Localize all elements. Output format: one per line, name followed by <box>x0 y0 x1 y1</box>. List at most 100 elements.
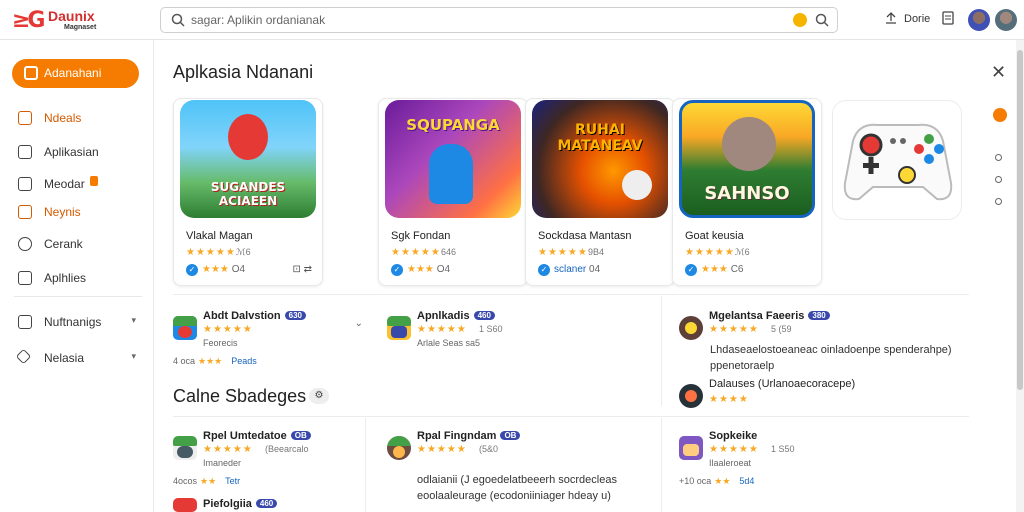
card-meta: ★★★ O4 <box>202 264 246 275</box>
sidebar-item-label: Cerank <box>44 237 83 251</box>
avatar[interactable] <box>968 9 990 31</box>
sidebar-item-active[interactable]: Adanahani <box>12 59 139 88</box>
app-card[interactable]: SUGANDES ACIAEEN Vlakal Magan ★★★★★ ℳ6 ✓… <box>173 98 323 286</box>
logo-mark-icon: ≥G <box>12 8 45 33</box>
divider <box>173 416 969 417</box>
sidebar-item-label: Nuftnanigs <box>44 315 102 329</box>
list-item-footer: 4 oca ★★★ Peads <box>173 356 257 366</box>
app-thumbnail: RUHAI MATANEAV <box>532 100 668 218</box>
sidebar-item-cerank[interactable]: Cerank <box>18 234 146 254</box>
logo[interactable]: ≥G Daunix Magnaset <box>12 6 122 34</box>
sidebar-item-neynis[interactable]: Neynis <box>18 202 146 222</box>
new-badge-icon <box>90 176 98 186</box>
app-card[interactable]: SAHNSO Goat keusia ★★★★★ ℳ6 ✓ ★★★ C6 <box>672 98 822 286</box>
list-item[interactable]: Abdt Dalvstion 630 ★★★★★ Feorecis 4 oca ★★… <box>173 310 363 370</box>
read-more-link[interactable]: 5d4 <box>739 476 754 486</box>
verified-icon: ✓ <box>538 264 550 276</box>
avatar-secondary[interactable] <box>995 9 1017 31</box>
sidebar-item-nuftnanigs[interactable]: Nuftnanigs ▾ <box>18 312 146 332</box>
app-icon <box>173 436 197 460</box>
list-item[interactable]: Piefolgiia 460 <box>173 498 353 512</box>
app-thumbnail: SQUPANGA <box>385 100 521 218</box>
list-item-subtitle: Arlale Seas sa5 <box>417 338 481 348</box>
star-rating: ★★★★★ <box>709 324 759 335</box>
clock-icon <box>18 237 32 251</box>
close-icon[interactable]: ✕ <box>991 62 1006 83</box>
sidebar-item-label: Nelasia <box>44 351 85 365</box>
list-item-link[interactable]: Dalauses (Urlanoaecoracepe) <box>709 378 855 390</box>
scrollbar-thumb[interactable] <box>1017 50 1023 390</box>
list-item[interactable]: Sopkeike ★★★★★ 1 S50 Ilaaleroeat +10 oca… <box>679 430 969 490</box>
top-right-label[interactable]: Dorie <box>904 13 930 25</box>
sidebar-item-label: Neynis <box>44 205 81 219</box>
list-item[interactable]: Dalauses (Urlanoaecoracepe) ★★★★ <box>679 378 969 414</box>
divider <box>661 418 662 512</box>
sidebar-item-meodar[interactable]: Meodar <box>18 174 146 194</box>
card-actions[interactable]: ⊡ ⇄ <box>292 264 312 275</box>
divider <box>365 418 366 512</box>
version-pill: 380 <box>808 311 830 320</box>
read-more-link[interactable]: Peads <box>231 356 257 366</box>
home-icon <box>15 348 32 365</box>
verified-icon: ✓ <box>685 264 697 276</box>
search-submit-icon[interactable] <box>815 13 829 27</box>
divider <box>661 296 662 406</box>
version-pill: OB <box>290 431 311 440</box>
chevron-down-icon: ▾ <box>131 351 136 361</box>
list-item-title: Apnlkadis 460 <box>417 310 495 322</box>
verified-icon: ✓ <box>186 264 198 276</box>
main-content: Aplkasia Ndanani ✕ SUGANDES ACIAEEN Vlak… <box>155 40 1023 512</box>
list-item[interactable]: Apnlkadis 460 ★★★★★ 1 S60 Arlale Seas sa5 <box>387 310 607 370</box>
game-controller-card[interactable] <box>832 100 962 220</box>
character-figure-icon <box>228 114 268 160</box>
divider <box>173 294 969 295</box>
character-face-icon <box>722 117 776 171</box>
share-icon[interactable] <box>884 11 898 25</box>
read-more-link[interactable]: Tetr <box>225 476 240 486</box>
list-item-subtitle: Imaneder <box>203 458 242 468</box>
version-pill: OB <box>500 431 521 440</box>
apps-icon <box>18 145 32 159</box>
star-rating: ★★★★★ <box>417 444 467 455</box>
deals-icon <box>18 111 32 125</box>
star-rating: ★★★★★ <box>203 324 253 335</box>
app-icon <box>679 384 703 408</box>
rating-count: 646 <box>441 247 457 257</box>
coin-icon[interactable] <box>793 13 807 27</box>
carousel-active-indicator[interactable] <box>993 108 1007 122</box>
list-item[interactable]: Rpel Umtedatoe OB ★★★★★ (Beearcalo Imaned… <box>173 430 353 490</box>
rating-count: ℳ6 <box>236 247 251 257</box>
search-input[interactable]: sagar: Aplikin ordanianak <box>191 13 325 27</box>
app-card[interactable]: SQUPANGA Sgk Fondan ★★★★★ 646 ✓ ★★★ O4 <box>378 98 528 286</box>
rating-count: (Beearcalo <box>265 444 309 454</box>
section-settings-icon[interactable]: ⚙ <box>309 388 329 404</box>
section-title: Calne Sbadeges <box>173 386 307 406</box>
search-bar[interactable]: sagar: Aplikin ordanianak <box>160 7 838 33</box>
rating-count: ℳ6 <box>735 247 750 257</box>
top-bar: ≥G Daunix Magnaset sagar: Aplikin ordani… <box>0 0 1024 40</box>
card-meta: sclaner 04 <box>554 264 601 275</box>
star-rating: ★★★★★ <box>417 324 467 335</box>
star-rating: ★★★★ <box>709 394 749 405</box>
scrollbar[interactable] <box>1016 40 1024 512</box>
list-item-title: Rpal Fingndam OB <box>417 430 521 442</box>
sidebar-item-aplhlies[interactable]: Aplhlies <box>18 268 146 288</box>
sidebar-item-aplikasian[interactable]: Aplikasian <box>18 142 146 162</box>
document-icon[interactable] <box>942 11 954 25</box>
list-item-subtitle: Feorecis <box>203 338 238 348</box>
thumbnail-title: RUHAI MATANEAV <box>557 122 643 154</box>
chevron-down-icon[interactable]: ⌄ <box>355 318 363 329</box>
carousel-dot[interactable] <box>995 154 1002 161</box>
app-card[interactable]: RUHAI MATANEAV Sockdasa Mantasn ★★★★★ 9B… <box>525 98 675 286</box>
grid-small-icon <box>18 315 32 329</box>
app-name: Goat keusia <box>685 230 744 242</box>
sidebar-item-label: Ndeals <box>44 111 82 125</box>
carousel-dot[interactable] <box>995 176 1002 183</box>
chevron-down-icon: ▾ <box>131 315 136 325</box>
sidebar-item-ndeals[interactable]: Ndeals <box>18 108 146 128</box>
carousel-dot[interactable] <box>995 198 1002 205</box>
app-icon <box>173 316 197 340</box>
sidebar-item-label: Aplhlies <box>44 271 87 285</box>
sidebar-item-nelasia[interactable]: Nelasia ▾ <box>15 348 146 368</box>
library-icon <box>18 271 32 285</box>
